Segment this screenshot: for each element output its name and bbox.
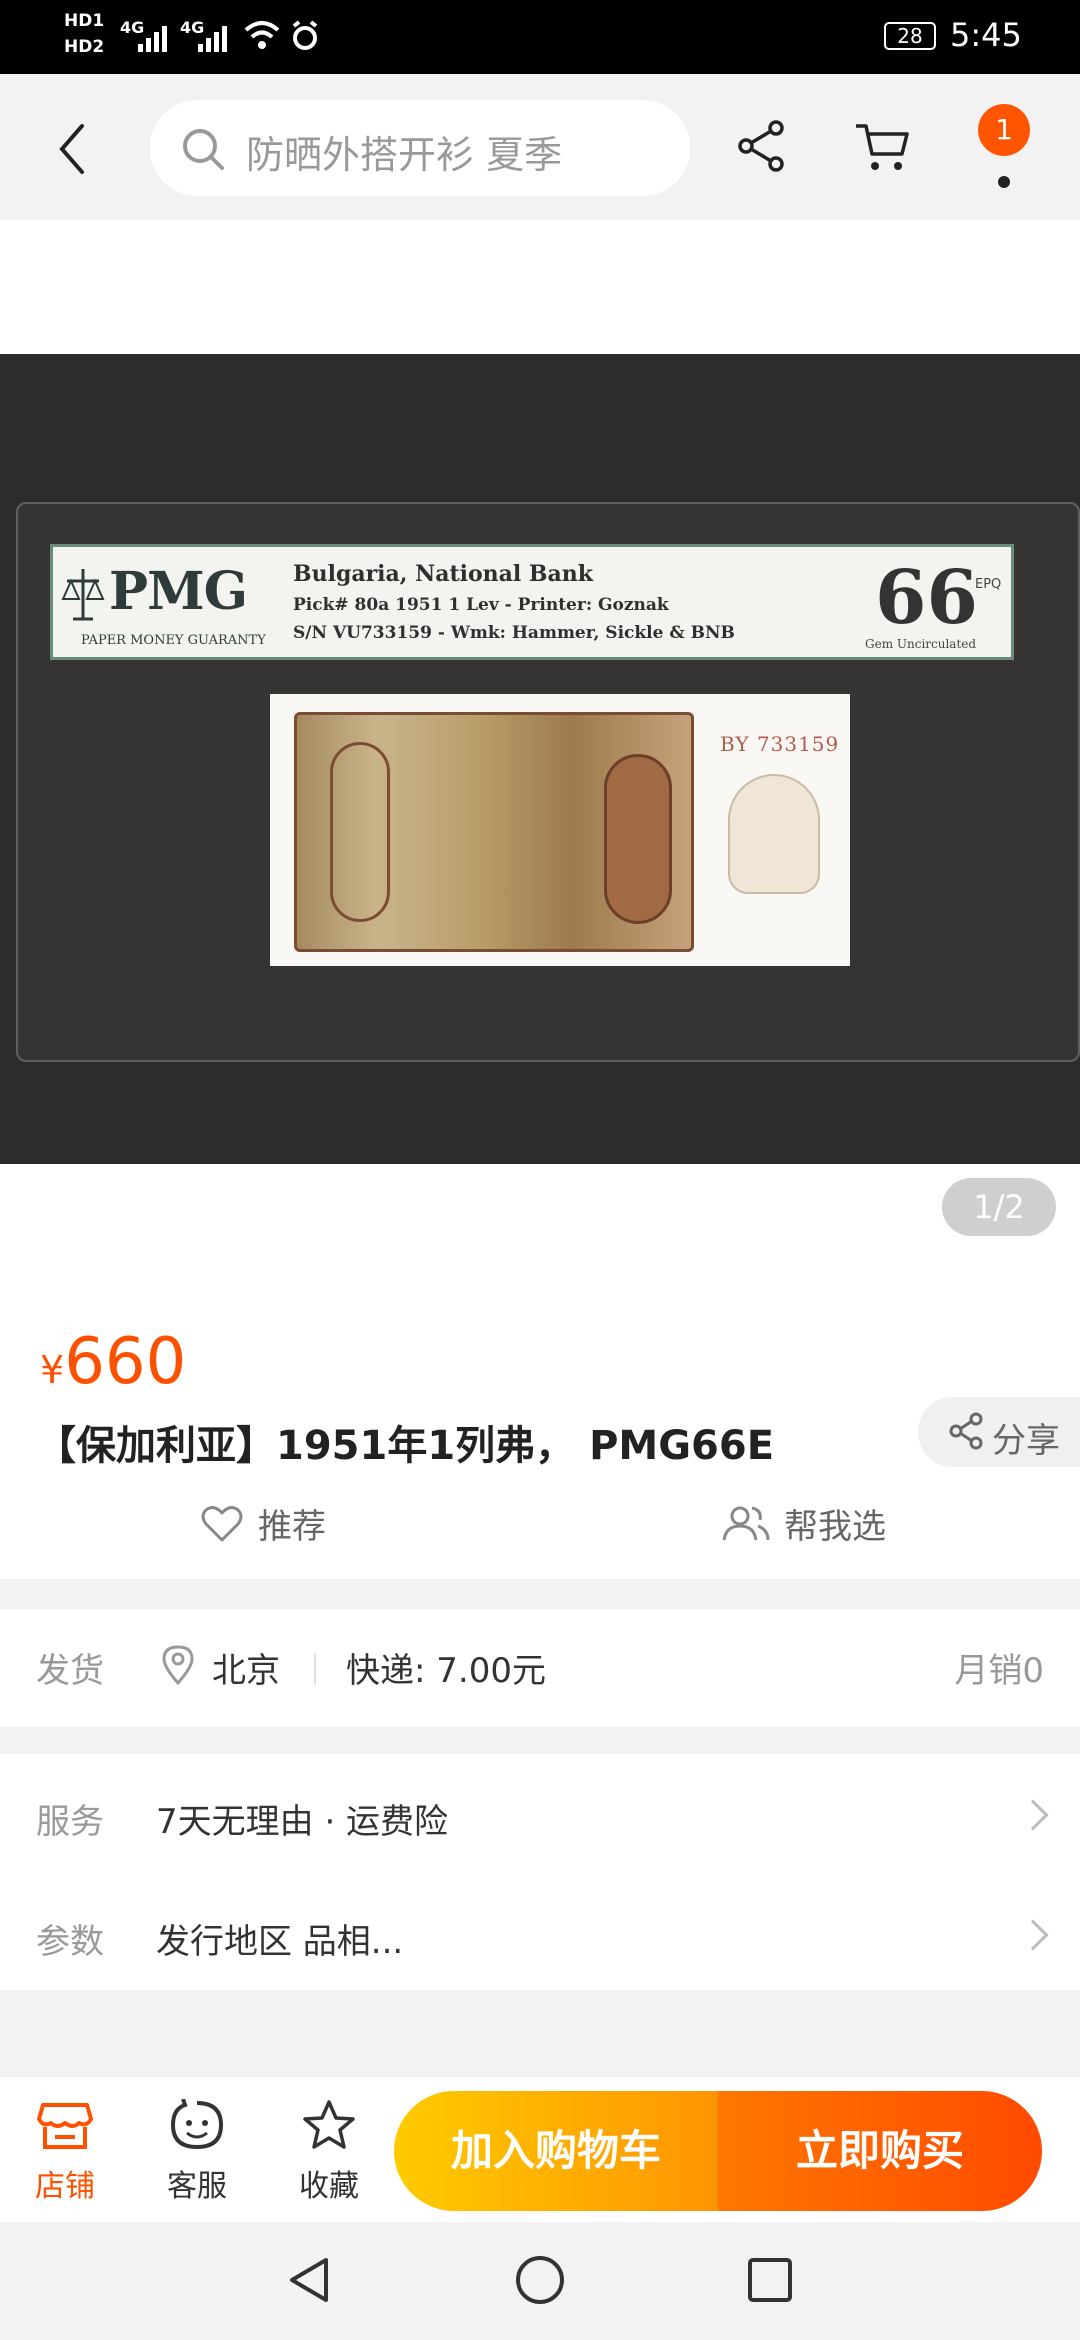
shipping-fee: 快递: 7.00元 xyxy=(346,1651,546,1691)
location-icon xyxy=(162,1645,194,1686)
monthly-sales: 月销0 xyxy=(954,1651,1044,1691)
product-info-card: ¥660 【保加利亚】1951年1列弗， PMG66E 分享 推荐 帮我选 xyxy=(0,1315,1080,1579)
service-row[interactable]: 服务 7天无理由 · 运费险 xyxy=(0,1754,1080,1872)
pmg-logo: PMG xyxy=(109,561,248,622)
more-dot-icon[interactable] xyxy=(998,176,1010,188)
shipping-label: 发货 xyxy=(36,1651,104,1691)
recommend-label: 推荐 xyxy=(258,1507,326,1547)
banknote-serial: BY 733159 xyxy=(720,732,840,756)
service-value: 7天无理由 · 运费险 xyxy=(156,1802,449,1842)
banknote-denomination xyxy=(604,754,672,924)
chevron-right-icon xyxy=(1017,1919,1049,1951)
search-placeholder: 防晒外搭开衫 夏季 xyxy=(246,133,563,177)
params-row[interactable]: 参数 发行地区 品相... xyxy=(0,1872,1080,1990)
share-icon xyxy=(949,1412,983,1450)
share-icon[interactable] xyxy=(732,116,792,176)
currency-symbol: ¥ xyxy=(40,1348,65,1392)
customer-service-label: 客服 xyxy=(167,2169,227,2204)
grade-epq: EPQ xyxy=(975,577,1002,592)
store-button[interactable]: 店铺 xyxy=(20,2099,110,2205)
nav-back-icon[interactable] xyxy=(282,2252,338,2308)
label-line-1: Bulgaria, National Bank xyxy=(293,561,594,587)
ship-city: 北京 xyxy=(212,1651,280,1691)
clock: 5:45 xyxy=(950,16,1022,54)
favorite-label: 收藏 xyxy=(299,2169,359,2204)
banknote-emblem xyxy=(330,742,390,922)
signal-icon xyxy=(138,22,174,52)
shipping-row: 发货 北京 快递: 7.00元 月销0 xyxy=(0,1609,1080,1727)
search-input[interactable]: 防晒外搭开衫 夏季 xyxy=(150,100,690,196)
search-icon xyxy=(183,129,224,170)
status-bar: HD1 HD2 4G 4G 28 5:45 xyxy=(0,0,1080,74)
scales-icon xyxy=(61,569,105,621)
bottom-action-bar: 店铺 客服 收藏 加入购物车 立即购买 xyxy=(0,2076,1080,2222)
signal-icon-2 xyxy=(198,22,234,52)
divider xyxy=(314,1653,316,1685)
services-card: 服务 7天无理由 · 运费险 参数 发行地区 品相... xyxy=(0,1754,1080,1990)
banknote-watermark xyxy=(728,774,820,894)
chevron-right-icon xyxy=(1017,1799,1049,1831)
heart-icon xyxy=(201,1505,243,1541)
nav-recents-icon[interactable] xyxy=(742,2252,798,2308)
buy-now-button[interactable]: 立即购买 xyxy=(718,2091,1042,2211)
alarm-icon xyxy=(292,20,318,50)
store-label: 店铺 xyxy=(35,2169,95,2204)
customer-service-button[interactable]: 客服 xyxy=(152,2098,242,2205)
params-value: 发行地区 品相... xyxy=(156,1922,404,1962)
help-choose-button[interactable]: 帮我选 xyxy=(722,1499,886,1548)
grading-label: PMG PAPER MONEY GUARANTY Bulgaria, Natio… xyxy=(50,544,1014,660)
share-label: 分享 xyxy=(992,1421,1060,1461)
product-gallery[interactable]: PMG PAPER MONEY GUARANTY Bulgaria, Natio… xyxy=(0,220,1080,1315)
label-line-3: S/N VU733159 - Wmk: Hammer, Sickle & BNB xyxy=(293,623,735,643)
image-pager: 1/2 xyxy=(942,1178,1056,1236)
add-to-cart-button[interactable]: 加入购物车 xyxy=(394,2091,718,2211)
cart-icon[interactable] xyxy=(852,116,912,176)
grade-description: Gem Uncirculated xyxy=(865,637,977,651)
service-label: 服务 xyxy=(36,1802,104,1842)
nav-home-icon[interactable] xyxy=(512,2252,568,2308)
price-value: 660 xyxy=(64,1325,187,1399)
params-label: 参数 xyxy=(36,1922,104,1962)
recommend-button[interactable]: 推荐 xyxy=(200,1499,326,1548)
product-title: 【保加利亚】1951年1列弗， PMG66E xyxy=(36,1423,775,1469)
back-icon[interactable] xyxy=(52,114,112,184)
label-line-2: Pick# 80a 1951 1 Lev - Printer: Goznak xyxy=(293,595,669,615)
people-icon xyxy=(722,1506,770,1540)
help-choose-label: 帮我选 xyxy=(784,1507,886,1547)
grade-number: 66 xyxy=(875,555,978,641)
share-button[interactable]: 分享 xyxy=(918,1397,1080,1467)
store-icon xyxy=(37,2103,93,2149)
system-navigation-bar xyxy=(0,2222,1080,2340)
top-nav: 防晒外搭开衫 夏季 1 xyxy=(0,74,1080,220)
star-icon xyxy=(303,2100,355,2149)
product-photo[interactable]: PMG PAPER MONEY GUARANTY Bulgaria, Natio… xyxy=(0,354,1080,1164)
message-badge[interactable]: 1 xyxy=(978,104,1030,156)
battery-icon: 28 xyxy=(884,22,936,50)
wifi-icon xyxy=(244,21,280,49)
chat-face-icon xyxy=(170,2098,224,2150)
favorite-button[interactable]: 收藏 xyxy=(284,2099,374,2205)
pmg-subtitle: PAPER MONEY GUARANTY xyxy=(81,633,266,648)
hd-indicator: HD1 HD2 xyxy=(64,11,105,57)
price: ¥660 xyxy=(40,1325,186,1399)
